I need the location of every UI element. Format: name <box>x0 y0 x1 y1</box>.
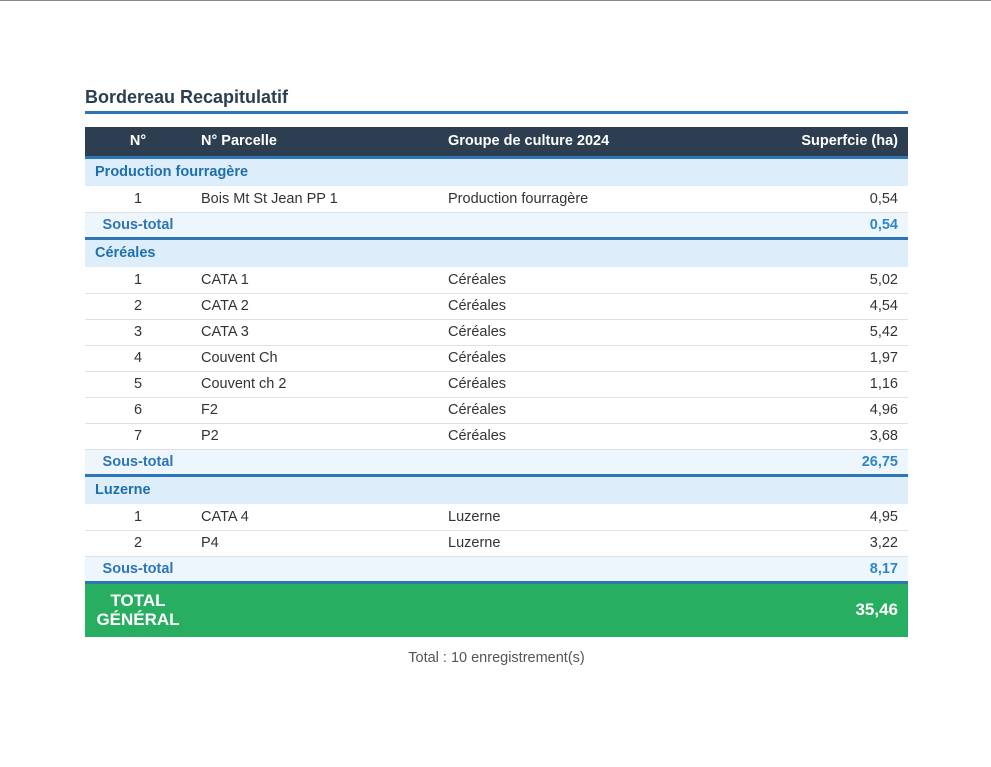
group-header-row: Production fourragère <box>85 157 908 186</box>
row-superficie: 4,96 <box>738 397 908 424</box>
row-superficie: 1,97 <box>738 345 908 372</box>
row-groupe: Céréales <box>438 397 738 424</box>
table-row: 5 Couvent ch 2 Céréales 1,16 <box>85 371 908 398</box>
row-superficie: 3,22 <box>738 530 908 557</box>
record-count-note: Total : 10 enregistrement(s) <box>408 650 585 666</box>
row-groupe: Céréales <box>438 319 738 346</box>
row-groupe: Céréales <box>438 293 738 320</box>
group-name: Céréales <box>95 245 156 262</box>
page-top-border <box>0 0 991 1</box>
table-row: 1 Bois Mt St Jean PP 1 Production fourragè… <box>85 186 908 213</box>
column-header-superficie: Superfcie (ha) <box>738 127 908 159</box>
row-superficie: 1,16 <box>738 371 908 398</box>
row-groupe: Production fourragère <box>438 186 738 213</box>
column-header-parcelle: N° Parcelle <box>191 127 438 159</box>
row-number: 6 <box>85 397 191 424</box>
grand-total-label-line1: TOTAL <box>110 590 166 610</box>
subtotal-label: Sous-total <box>85 212 191 240</box>
row-groupe: Céréales <box>438 345 738 372</box>
group-name: Luzerne <box>95 482 151 499</box>
subtotal-row: Sous-total 8,17 <box>85 556 908 584</box>
row-number: 2 <box>85 293 191 320</box>
row-superficie: 0,54 <box>738 186 908 213</box>
subtotal-value: 8,17 <box>738 556 908 584</box>
row-number: 3 <box>85 319 191 346</box>
subtotal-row: Sous-total 0,54 <box>85 212 908 240</box>
subtotal-label: Sous-total <box>85 449 191 477</box>
table-row: 3 CATA 3 Céréales 5,42 <box>85 319 908 346</box>
grand-total-label-line2: GÉNÉRAL <box>96 609 180 629</box>
subtotal-row: Sous-total 26,75 <box>85 449 908 477</box>
grand-total-row: TOTAL GÉNÉRAL 35,46 <box>85 582 908 637</box>
column-header-groupe: Groupe de culture 2024 <box>438 127 738 159</box>
row-parcelle: CATA 3 <box>191 319 438 346</box>
row-superficie: 5,02 <box>738 267 908 294</box>
table-row: 4 Couvent Ch Céréales 1,97 <box>85 345 908 372</box>
header-row: N° N° Parcelle Groupe de culture 2024 Su… <box>85 127 908 159</box>
report-title: Bordereau Recapitulatif <box>85 86 908 114</box>
table-row: 7 P2 Céréales 3,68 <box>85 423 908 450</box>
grand-total-value: 35,46 <box>855 600 898 620</box>
table-footer: TOTAL GÉNÉRAL 35,46 <box>85 582 908 637</box>
row-parcelle: P4 <box>191 530 438 557</box>
row-number: 1 <box>85 504 191 531</box>
row-number: 2 <box>85 530 191 557</box>
row-groupe: Céréales <box>438 423 738 450</box>
subtotal-value: 0,54 <box>738 212 908 240</box>
table-row: 1 CATA 4 Luzerne 4,95 <box>85 504 908 531</box>
table-row: 6 F2 Céréales 4,96 <box>85 397 908 424</box>
row-parcelle: F2 <box>191 397 438 424</box>
table-row: 2 P4 Luzerne 3,22 <box>85 530 908 557</box>
row-groupe: Luzerne <box>438 530 738 557</box>
group-header-row: Luzerne <box>85 475 908 504</box>
row-groupe: Céréales <box>438 267 738 294</box>
subtotal-value: 26,75 <box>738 449 908 477</box>
row-superficie: 4,95 <box>738 504 908 531</box>
row-superficie: 3,68 <box>738 423 908 450</box>
row-parcelle: P2 <box>191 423 438 450</box>
row-number: 1 <box>85 267 191 294</box>
row-parcelle: Bois Mt St Jean PP 1 <box>191 186 438 213</box>
table-row: 1 CATA 1 Céréales 5,02 <box>85 267 908 294</box>
row-parcelle: CATA 1 <box>191 267 438 294</box>
table-header: N° N° Parcelle Groupe de culture 2024 Su… <box>85 127 908 159</box>
row-number: 5 <box>85 371 191 398</box>
grand-total-label: TOTAL GÉNÉRAL <box>85 582 191 637</box>
recap-table: N° N° Parcelle Groupe de culture 2024 Su… <box>85 127 908 637</box>
row-parcelle: CATA 4 <box>191 504 438 531</box>
table-body: Production fourragère 1 Bois Mt St Jean PP… <box>85 157 908 584</box>
row-groupe: Céréales <box>438 371 738 398</box>
row-parcelle: CATA 2 <box>191 293 438 320</box>
row-groupe: Luzerne <box>438 504 738 531</box>
row-number: 1 <box>85 186 191 213</box>
group-header-row: Céréales <box>85 238 908 267</box>
row-parcelle: Couvent ch 2 <box>191 371 438 398</box>
report: Bordereau Recapitulatif N° N° Parcelle G… <box>85 86 908 666</box>
row-superficie: 5,42 <box>738 319 908 346</box>
subtotal-label: Sous-total <box>85 556 191 584</box>
column-header-number: N° <box>85 127 191 159</box>
table-row: 2 CATA 2 Céréales 4,54 <box>85 293 908 320</box>
row-superficie: 4,54 <box>738 293 908 320</box>
row-number: 4 <box>85 345 191 372</box>
row-number: 7 <box>85 423 191 450</box>
group-name: Production fourragère <box>95 164 249 181</box>
row-parcelle: Couvent Ch <box>191 345 438 372</box>
